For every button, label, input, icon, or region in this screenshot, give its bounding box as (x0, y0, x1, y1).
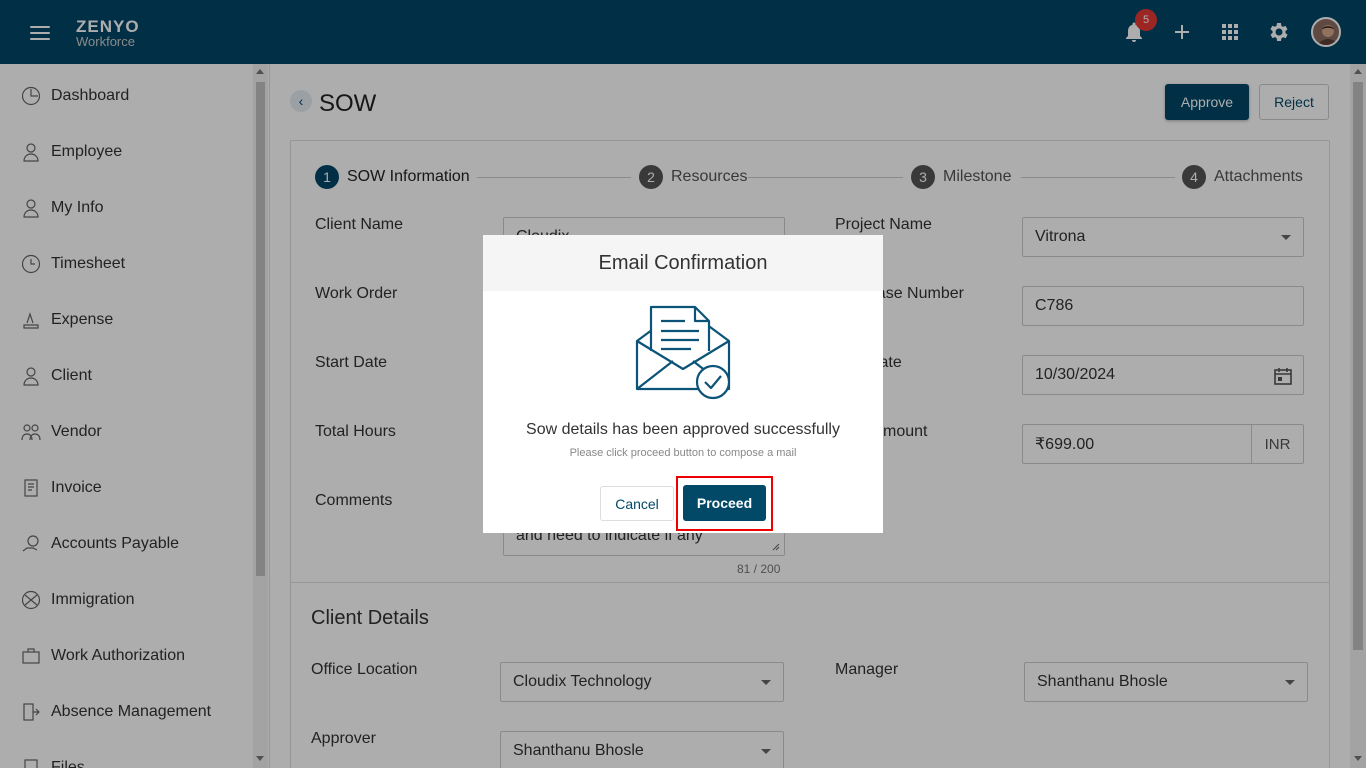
email-approved-icon (635, 305, 731, 400)
dialog-sub-message: Please click proceed button to compose a… (569, 447, 797, 459)
proceed-highlight-box (676, 476, 773, 531)
dialog-title: Email Confirmation (483, 235, 883, 291)
cancel-button[interactable]: Cancel (600, 486, 674, 521)
dialog-message: Sow details has been approved successful… (526, 421, 840, 438)
